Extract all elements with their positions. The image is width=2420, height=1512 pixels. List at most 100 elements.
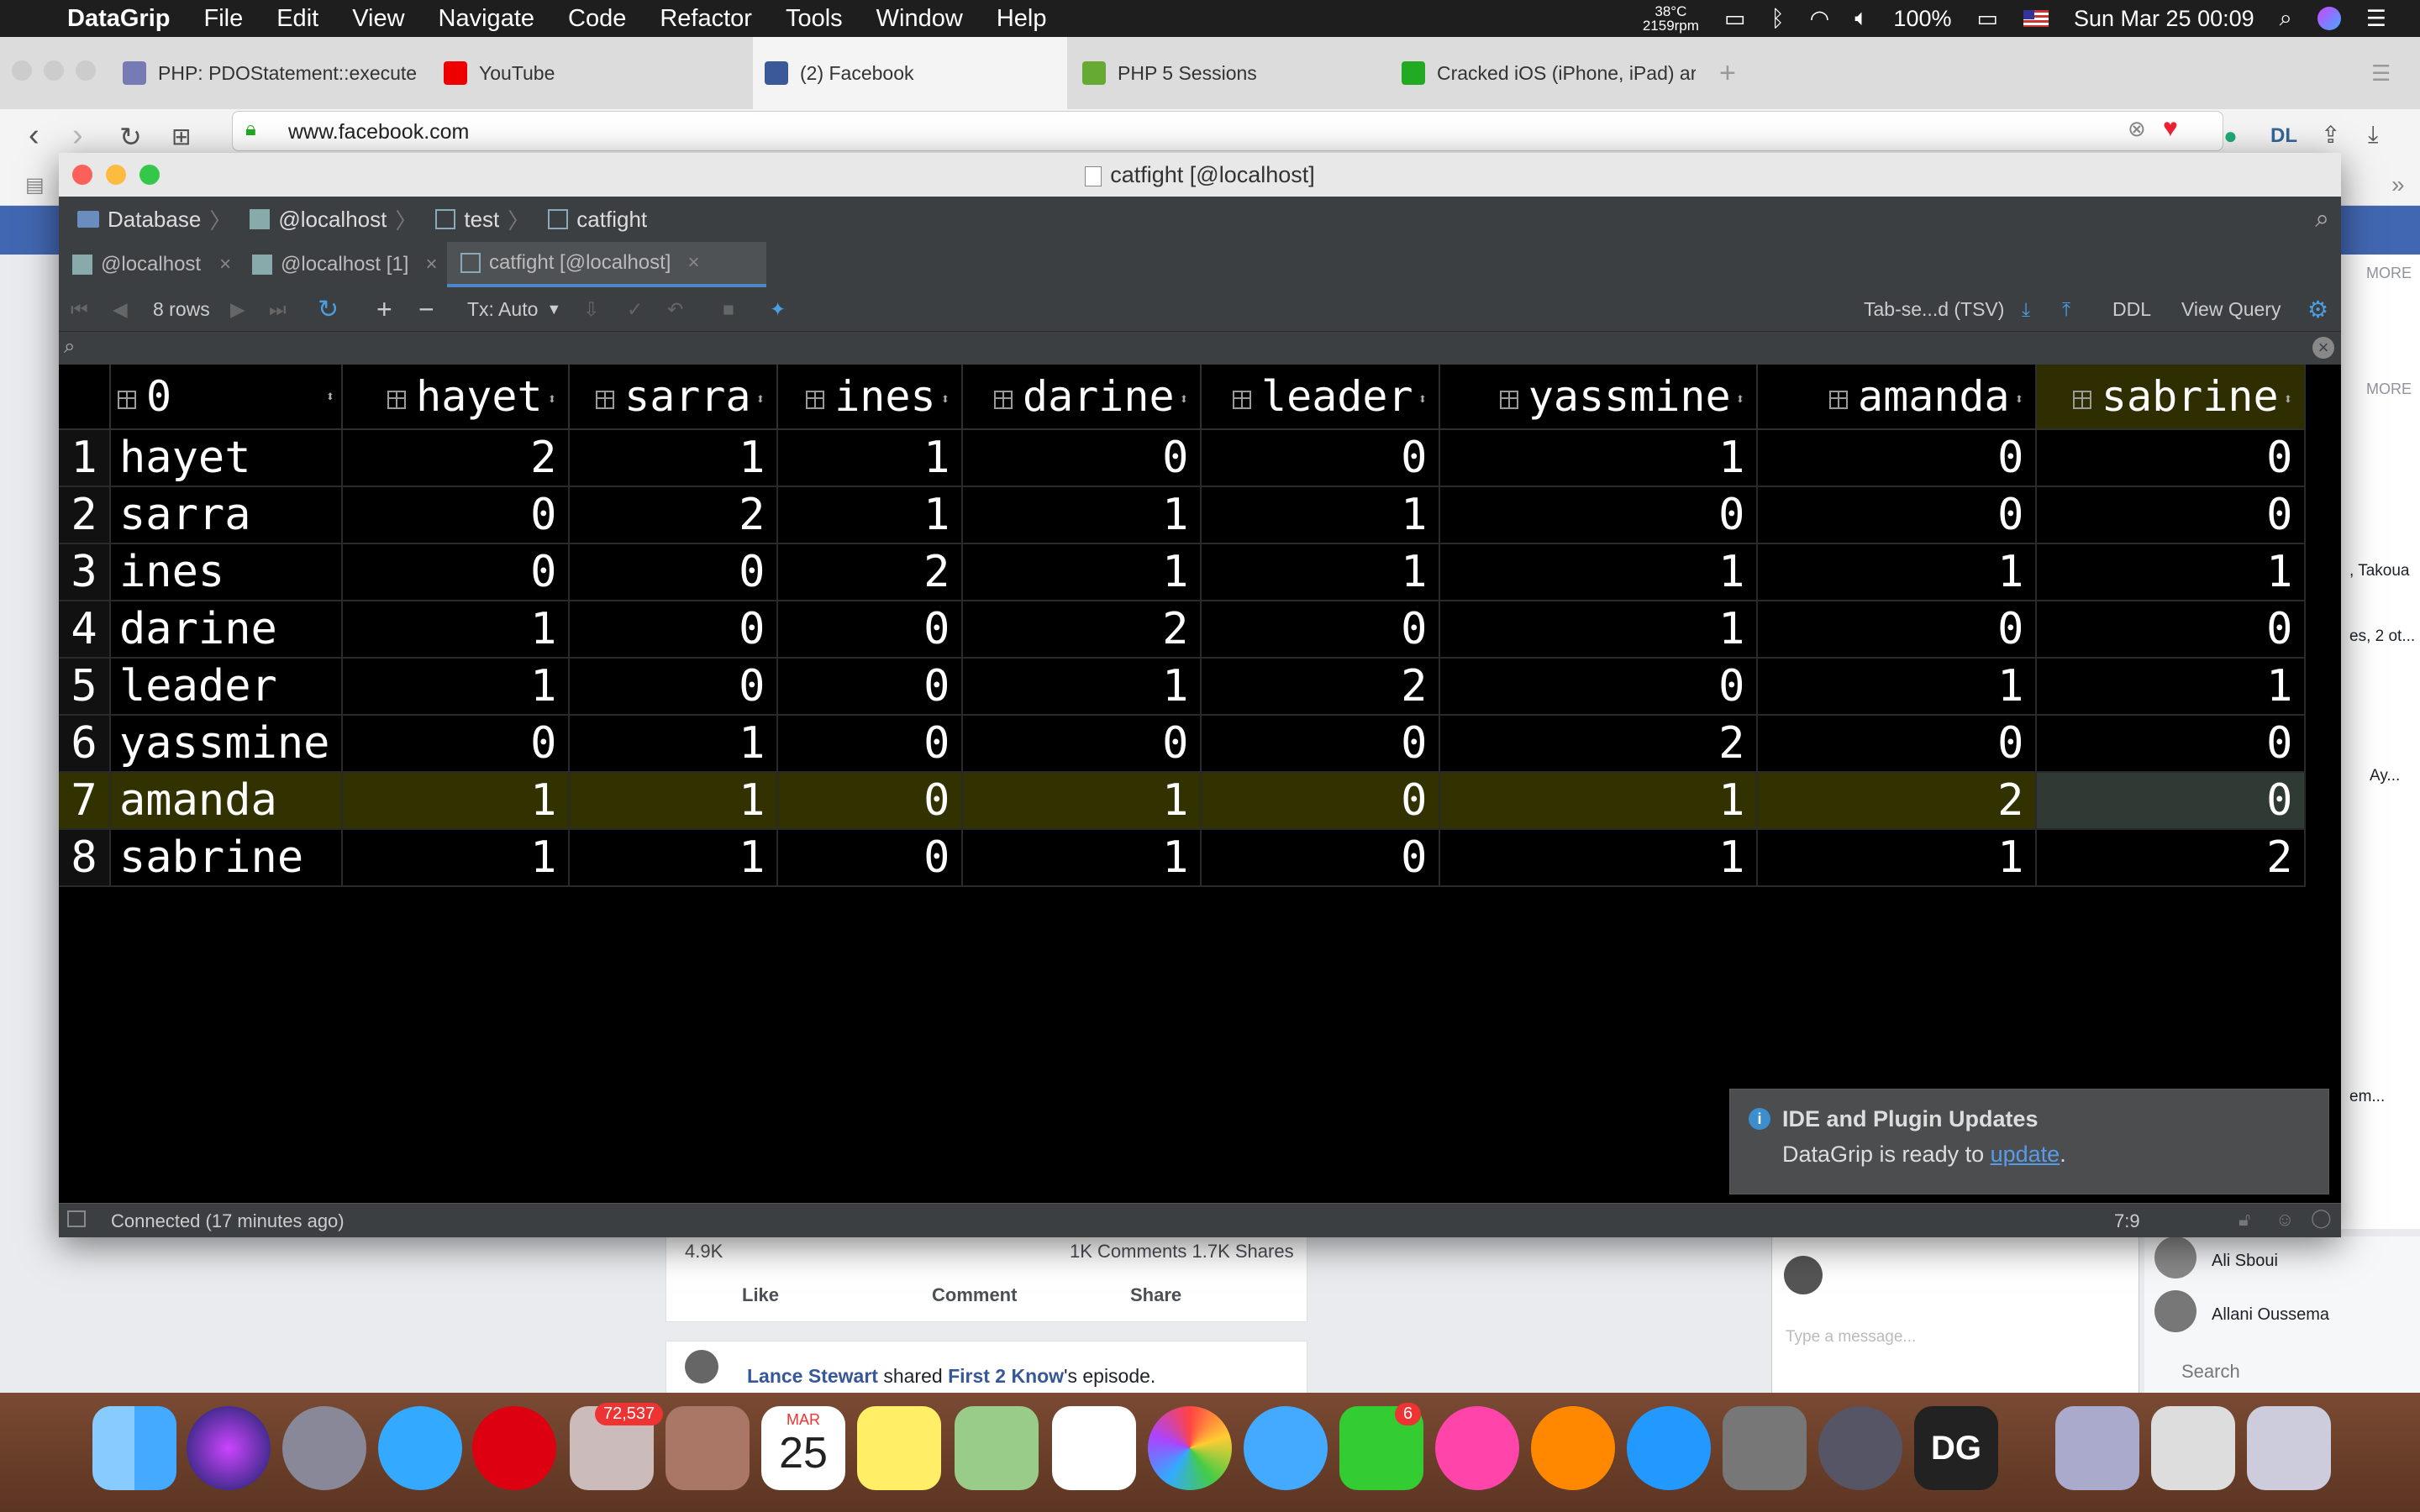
- grid-icon[interactable]: ⊞: [171, 123, 191, 150]
- table-cell[interactable]: 1: [1201, 543, 1441, 601]
- airplay-icon[interactable]: ▭: [1724, 6, 1746, 32]
- table-cell[interactable]: 1: [569, 772, 779, 830]
- adblock-icon[interactable]: ⊗: [2128, 116, 2146, 142]
- downloads-icon[interactable]: ⤓: [2368, 121, 2378, 149]
- column-header[interactable]: ines ⬍: [777, 365, 964, 430]
- lock-icon[interactable]: 🔓︎: [2238, 1209, 2250, 1231]
- sort-icon[interactable]: ⬍: [2015, 391, 2024, 408]
- table-cell[interactable]: 0: [1201, 601, 1441, 659]
- table-row[interactable]: 4 darine 1 0 0 2 0 1 0 0: [59, 601, 2307, 659]
- submit-icon[interactable]: ⇩: [583, 287, 599, 331]
- siri-dock-icon[interactable]: [187, 1406, 271, 1490]
- bluetooth-icon[interactable]: ᛒ: [1770, 6, 1784, 32]
- table-cell[interactable]: darine: [110, 601, 344, 659]
- more-bookmarks-icon[interactable]: »: [2391, 171, 2405, 198]
- table-cell[interactable]: 0: [777, 658, 964, 716]
- table-cell[interactable]: leader: [110, 658, 344, 716]
- sequel-pro-icon[interactable]: [1818, 1406, 1902, 1490]
- table-cell[interactable]: 0: [777, 829, 964, 887]
- menu-edit[interactable]: Edit: [276, 5, 318, 33]
- zoom-dot-icon[interactable]: [76, 60, 96, 81]
- sort-icon[interactable]: ⬍: [2284, 391, 2293, 408]
- table-cell[interactable]: 0: [1439, 658, 1759, 716]
- table-cell[interactable]: 2: [569, 486, 779, 544]
- table-cell[interactable]: 1: [1757, 829, 2038, 887]
- column-header[interactable]: sabrine ⬍: [2036, 365, 2307, 430]
- safari-icon[interactable]: [378, 1406, 462, 1490]
- inspector-icon[interactable]: ☺: [2275, 1209, 2294, 1231]
- table-cell[interactable]: 1: [962, 486, 1202, 544]
- menu-code[interactable]: Code: [568, 5, 626, 33]
- row-count[interactable]: 8 rows: [153, 287, 210, 331]
- tool-window-icon[interactable]: [67, 1210, 86, 1227]
- close-tab-icon[interactable]: ×: [219, 253, 231, 276]
- like-button[interactable]: Like: [742, 1284, 779, 1306]
- table-cell[interactable]: yassmine: [110, 715, 344, 773]
- post-author-link[interactable]: Lance Stewart: [747, 1365, 878, 1387]
- table-cell[interactable]: 0: [1757, 486, 2038, 544]
- export-icon[interactable]: ⤓: [2022, 287, 2030, 331]
- table-cell[interactable]: 0: [1439, 486, 1759, 544]
- sort-icon[interactable]: ⬍: [756, 391, 765, 408]
- sort-icon[interactable]: ⬍: [941, 391, 950, 408]
- table-cell[interactable]: 1: [1439, 601, 1759, 659]
- table-cell[interactable]: 0: [777, 601, 964, 659]
- more-link[interactable]: MORE: [2366, 265, 2412, 282]
- close-tab-icon[interactable]: ×: [687, 251, 699, 275]
- row-number[interactable]: 2: [59, 486, 111, 544]
- table-cell[interactable]: 1: [342, 601, 571, 659]
- connection-status[interactable]: Connected (17 minutes ago): [111, 1210, 345, 1232]
- table-cell[interactable]: 1: [1439, 429, 1759, 487]
- table-cell[interactable]: 0: [569, 601, 779, 659]
- tab-facebook[interactable]: (2) Facebook: [753, 37, 1067, 109]
- sort-icon[interactable]: ⬍: [1180, 391, 1189, 408]
- table-cell[interactable]: 1: [777, 429, 964, 487]
- sidebar-toggle-icon[interactable]: ▤: [25, 173, 45, 197]
- data-grid[interactable]: 0 ⬍ hayet ⬍ sarra ⬍ ines ⬍ darine ⬍ leader ⬍ y…: [59, 365, 2341, 1203]
- pin-icon[interactable]: ✦: [770, 287, 786, 331]
- table-cell[interactable]: 0: [342, 486, 571, 544]
- flag-icon[interactable]: [2023, 10, 2049, 27]
- table-cell[interactable]: 0: [1201, 829, 1441, 887]
- remove-row-icon[interactable]: −: [418, 287, 434, 331]
- table-cell[interactable]: 2: [1757, 772, 2038, 830]
- url-field[interactable]: www.facebook.com: [232, 111, 2223, 151]
- table-cell[interactable]: 1: [1439, 543, 1759, 601]
- reminders-icon[interactable]: [1052, 1406, 1136, 1490]
- table-row[interactable]: 8 sabrine 1 1 0 1 0 1 1 2: [59, 829, 2307, 887]
- close-tab-icon[interactable]: ×: [425, 253, 437, 276]
- reload-icon[interactable]: ↻: [119, 121, 142, 153]
- menu-navigate[interactable]: Navigate: [439, 5, 534, 33]
- reaction-count[interactable]: 4.9K: [685, 1241, 723, 1263]
- table-cell[interactable]: 0: [569, 543, 779, 601]
- launchpad-icon[interactable]: [282, 1406, 366, 1490]
- tab-php-pdo[interactable]: PHP: PDOStatement::execute: [123, 37, 417, 109]
- close-button[interactable]: [72, 165, 92, 185]
- update-notification[interactable]: i IDE and Plugin Updates DataGrip is rea…: [1729, 1089, 2329, 1194]
- table-cell[interactable]: 1: [1757, 658, 2038, 716]
- table-cell[interactable]: 0: [777, 772, 964, 830]
- table-cell[interactable]: 1: [342, 772, 571, 830]
- row-number[interactable]: 1: [59, 429, 111, 487]
- tab-php-sessions[interactable]: PHP 5 Sessions: [1082, 37, 1385, 109]
- table-cell[interactable]: 2: [342, 429, 571, 487]
- spotlight-icon[interactable]: ⌕: [2280, 5, 2292, 32]
- table-cell[interactable]: 0: [2036, 486, 2307, 544]
- menu-refactor[interactable]: Refactor: [660, 5, 752, 33]
- search-icon[interactable]: ⌕: [2315, 205, 2329, 234]
- menu-tools[interactable]: Tools: [786, 5, 843, 33]
- itunes-icon[interactable]: [1435, 1406, 1519, 1490]
- avatar[interactable]: [685, 1350, 718, 1383]
- import-icon[interactable]: ⤒: [2062, 287, 2070, 331]
- table-cell[interactable]: 0: [342, 715, 571, 773]
- table-row[interactable]: 5 leader 1 0 0 1 2 0 1 1: [59, 658, 2307, 716]
- menu-help[interactable]: Help: [997, 5, 1047, 33]
- tab-youtube[interactable]: YouTube: [444, 37, 738, 109]
- column-header[interactable]: darine ⬍: [962, 365, 1202, 430]
- comments-shares[interactable]: 1K Comments 1.7K Shares: [1070, 1241, 1294, 1263]
- contacts-icon[interactable]: [666, 1406, 750, 1490]
- table-cell[interactable]: 0: [1201, 772, 1441, 830]
- zoom-button[interactable]: [139, 165, 160, 185]
- documents-stack-icon[interactable]: [2151, 1406, 2235, 1490]
- table-cell[interactable]: sarra: [110, 486, 344, 544]
